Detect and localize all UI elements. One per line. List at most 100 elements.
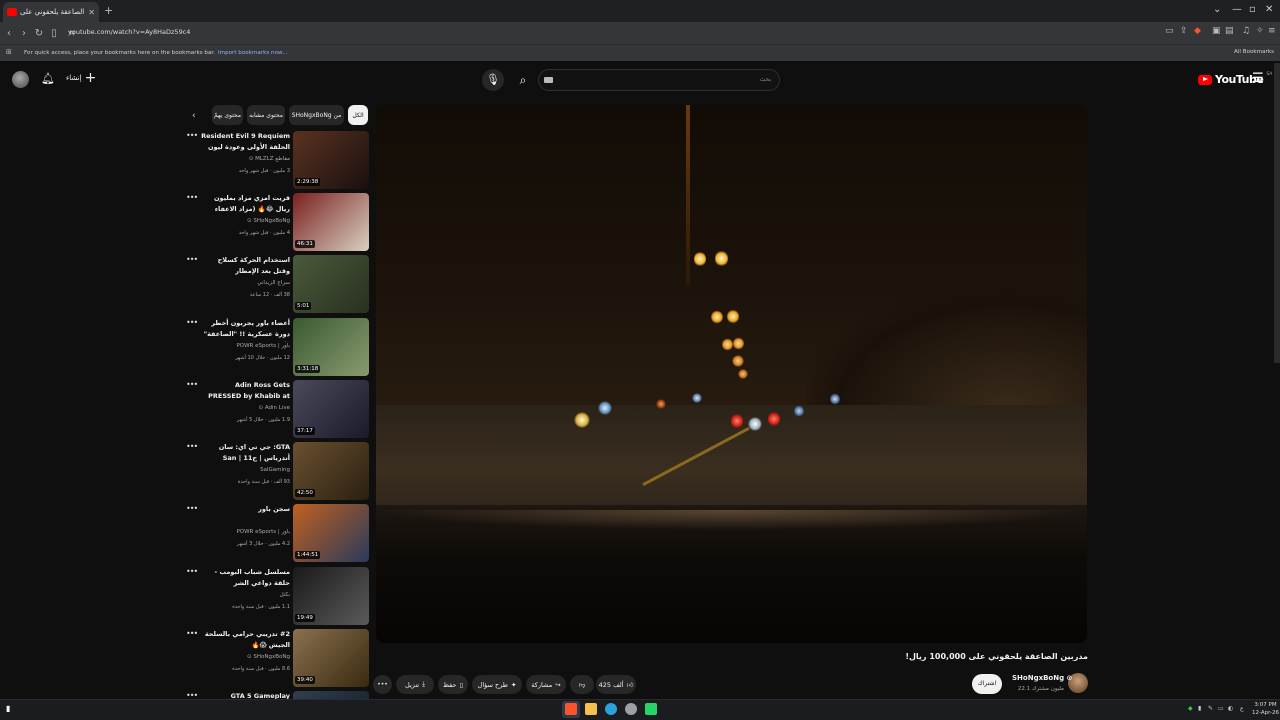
- recommendation-title[interactable]: Adin Ross Gets PRESSED by Khabib at Isla…: [200, 380, 290, 404]
- recommendation-title[interactable]: #2 تدريبي حرامي بالسلحة الجيش 😱🔥: [200, 629, 290, 651]
- recommendation-item[interactable]: 42:50 ••• GTA: جي تي اي: سان أندرياس | ح11…: [186, 442, 369, 502]
- more-vert-icon[interactable]: •••: [186, 504, 198, 513]
- recommendation-item[interactable]: 5:01 ••• استخدام الحركة كسلاح وقتل بعد الإ…: [186, 255, 369, 315]
- window-close-icon[interactable]: ✕: [1265, 4, 1273, 15]
- reload-icon[interactable]: ↻: [33, 28, 45, 39]
- recommendation-item[interactable]: 37:17 ••• Adin Ross Gets PRESSED by Khabib…: [186, 380, 369, 440]
- video-thumbnail[interactable]: 3:31:18: [293, 318, 369, 376]
- video-thumbnail[interactable]: 37:17: [293, 380, 369, 438]
- clock[interactable]: 3:07 PM 12-Apr-26: [1252, 701, 1279, 717]
- video-player[interactable]: [376, 105, 1087, 643]
- download-button[interactable]: تنزيل ⤓: [396, 675, 434, 694]
- recommendation-item[interactable]: 39:40 ••• #2 تدريبي حرامي بالسلحة الجيش 😱🔥…: [186, 629, 369, 689]
- tab-search-icon[interactable]: ⌄: [1213, 4, 1221, 15]
- video-thumbnail[interactable]: 39:40: [293, 629, 369, 687]
- recommendation-item[interactable]: 1:44:51 ••• سجن باور باور | POWR eSports 4.2…: [186, 504, 369, 564]
- more-vert-icon[interactable]: •••: [186, 442, 198, 451]
- search-icon[interactable]: ⌕: [512, 70, 534, 90]
- recommendation-title[interactable]: Resident Evil 9 Requiem الحلقة الأولى وع…: [200, 131, 290, 155]
- recommendation-title[interactable]: GTA 5 Gameplay Walkthrough: [200, 691, 290, 699]
- create-button[interactable]: إنشاء +: [66, 71, 96, 85]
- more-vert-icon[interactable]: •••: [186, 318, 198, 327]
- more-vert-icon[interactable]: •••: [186, 567, 198, 576]
- notifications-bell-icon[interactable]: 🔔︎: [41, 72, 55, 85]
- search-input[interactable]: بحث: [538, 69, 780, 91]
- recommendation-channel[interactable]: سراج الزيداني: [200, 280, 290, 286]
- file-explorer-icon[interactable]: [585, 703, 597, 715]
- reading-list-icon[interactable]: ▤: [1225, 26, 1234, 36]
- like-button[interactable]: 425 ألف 👍︎: [596, 675, 636, 694]
- more-vert-icon[interactable]: •••: [186, 629, 198, 638]
- new-tab-button[interactable]: +: [104, 4, 113, 17]
- recommendation-channel[interactable]: SHoNgxBoNg ⊙: [200, 218, 290, 224]
- ask-button[interactable]: طرح سؤال ✦: [472, 675, 522, 694]
- video-thumbnail[interactable]: 2:29:38: [293, 131, 369, 189]
- video-thumbnail[interactable]: 42:50: [293, 442, 369, 500]
- more-actions-button[interactable]: •••: [373, 675, 392, 694]
- recommendation-channel[interactable]: SHoNgxBoNg ⊙: [200, 654, 290, 660]
- tray-language-icon[interactable]: ع: [1240, 705, 1244, 712]
- recommendation-channel[interactable]: Adin Live ⊙: [200, 405, 290, 411]
- import-bookmarks-link[interactable]: Import bookmarks now...: [218, 50, 287, 56]
- telegram-icon[interactable]: [605, 703, 617, 715]
- more-vert-icon[interactable]: •••: [186, 193, 198, 202]
- tray-mic-icon[interactable]: ▮: [1198, 705, 1201, 712]
- recommendation-item[interactable]: 46:31 ••• قريت امزي مزاد بمليون ريال 😂🔥 (م…: [186, 193, 369, 253]
- tray-volume-icon[interactable]: ◐: [1228, 705, 1233, 712]
- subscribe-button[interactable]: اشتراك: [972, 674, 1002, 694]
- recommendation-item[interactable]: •••GTA 5 Gameplay Walkthrough: [186, 691, 369, 699]
- tab-close-icon[interactable]: ✕: [88, 8, 95, 17]
- bookmark-icon[interactable]: ▯: [48, 28, 60, 39]
- channel-name[interactable]: SHoNgxBoNg ⊙: [1012, 674, 1072, 682]
- tray-network-icon[interactable]: ▭: [1218, 705, 1224, 712]
- app-icon[interactable]: [645, 703, 657, 715]
- more-vert-icon[interactable]: •••: [186, 255, 198, 264]
- back-icon[interactable]: ‹: [3, 28, 15, 39]
- save-button[interactable]: حفظ ▯: [438, 675, 468, 694]
- recommendation-channel[interactable]: SalGaming: [200, 467, 290, 473]
- recommendation-title[interactable]: استخدام الحركة كسلاح وقتل بعد الإمطار: [200, 255, 290, 277]
- recommendation-item[interactable]: 2:29:38 ••• Resident Evil 9 Requiem الحلقة…: [186, 131, 369, 191]
- recommendation-title[interactable]: أعضاء باور يجربون أخطر دورة عسكرية !! "ا…: [200, 318, 290, 342]
- forward-icon[interactable]: ›: [18, 28, 30, 39]
- leo-icon[interactable]: ✧: [1256, 26, 1264, 36]
- video-thumbnail[interactable]: 5:01: [293, 255, 369, 313]
- recommendation-channel[interactable]: نكتل: [200, 592, 290, 598]
- extensions-icon[interactable]: ▣: [1212, 26, 1221, 36]
- video-thumbnail[interactable]: 46:31: [293, 193, 369, 251]
- more-vert-icon[interactable]: •••: [186, 691, 198, 699]
- chip-similar[interactable]: محتوى مشابه: [247, 105, 285, 125]
- chip-relevant[interactable]: محتوى يهمّ: [212, 105, 243, 125]
- brave-shield-icon[interactable]: ◆: [1194, 26, 1201, 36]
- recommendation-title[interactable]: قريت امزي مزاد بمليون ريال 😂🔥 (مزاد الاع…: [200, 193, 290, 217]
- keyboard-icon[interactable]: [544, 77, 553, 83]
- recommendation-title[interactable]: GTA: جي تي اي: سان أندرياس | ح11 | San A…: [200, 442, 290, 466]
- share-page-icon[interactable]: ⇪: [1180, 26, 1188, 36]
- menu-icon[interactable]: ≡: [1268, 26, 1276, 36]
- more-vert-icon[interactable]: •••: [186, 380, 198, 389]
- chip-all[interactable]: الكل: [348, 105, 368, 125]
- cast-icon[interactable]: ▭: [1165, 26, 1174, 36]
- share-button[interactable]: مشاركة ↪: [526, 675, 566, 694]
- maximize-icon[interactable]: ▫: [1249, 4, 1256, 15]
- recommendation-channel[interactable]: مقاطع MLZLZ ⊙: [200, 156, 290, 162]
- all-bookmarks-button[interactable]: All Bookmarks: [1234, 49, 1274, 55]
- recommendation-title[interactable]: سجن باور: [200, 504, 290, 515]
- recommendation-title[interactable]: مسلسل شباب البومب - حلقة دواعي الشر: [200, 567, 290, 589]
- recommendation-item[interactable]: 3:31:18 ••• أعضاء باور يجربون أخطر دورة عس…: [186, 318, 369, 378]
- more-vert-icon[interactable]: •••: [186, 131, 198, 140]
- dislike-button[interactable]: 👎︎: [570, 675, 594, 694]
- video-thumbnail[interactable]: [293, 691, 369, 699]
- url-field[interactable]: youtube.com/watch?v=Ay8HaDz59c4: [68, 28, 190, 36]
- recommendation-item[interactable]: 19:49 ••• مسلسل شباب البومب - حلقة دواعي ا…: [186, 567, 369, 627]
- guide-menu-icon[interactable]: ☰: [1252, 71, 1264, 86]
- recommendation-channel[interactable]: باور | POWR eSports: [200, 343, 290, 349]
- chip-from-channel[interactable]: SHoNgxBoNg من: [289, 105, 344, 125]
- chip-prev-chevron-icon[interactable]: ‹: [192, 111, 196, 121]
- page-scrollbar[interactable]: [1274, 63, 1280, 363]
- video-thumbnail[interactable]: 1:44:51: [293, 504, 369, 562]
- browser-tab[interactable]: مدربين الصاعقة يلحقوني على ✕: [3, 2, 99, 22]
- settings-icon[interactable]: [625, 703, 637, 715]
- tray-status-icon[interactable]: ◆: [1188, 705, 1193, 712]
- account-avatar[interactable]: [12, 71, 29, 88]
